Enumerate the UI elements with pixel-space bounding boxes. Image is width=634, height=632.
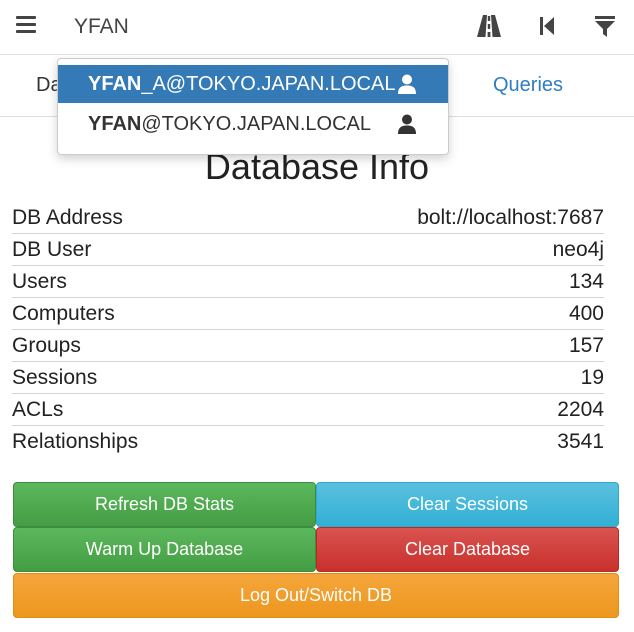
row-label: Relationships — [12, 430, 139, 453]
row-label: DB Address — [12, 206, 123, 229]
suggestion-rest-text: @TOKYO.JAPAN.LOCAL — [141, 113, 371, 135]
row-value: 400 — [568, 302, 604, 325]
row-label: ACLs — [12, 398, 64, 421]
row-value: 3541 — [557, 430, 604, 453]
table-row: Groups 157 — [12, 330, 604, 362]
search-input[interactable] — [60, 10, 454, 44]
table-row: Computers 400 — [12, 298, 604, 330]
clear-database-button[interactable]: Clear Database — [316, 527, 619, 572]
table-row: Users 134 — [12, 266, 604, 298]
table-row: Sessions 19 — [12, 362, 604, 394]
row-value: 19 — [580, 366, 604, 389]
suggestion-item[interactable]: YFAN@TOKYO.JAPAN.LOCAL — [58, 105, 448, 143]
table-row: Relationships 3541 — [12, 426, 604, 457]
suggestion-item[interactable]: YFAN_A@TOKYO.JAPAN.LOCAL — [58, 65, 448, 103]
user-icon — [398, 114, 416, 134]
suggestion-rest-text: _A@TOKYO.JAPAN.LOCAL — [141, 73, 396, 95]
table-row: ACLs 2204 — [12, 394, 604, 426]
top-search-bar — [0, 0, 634, 55]
row-label: Sessions — [12, 366, 98, 389]
filter-icon[interactable] — [592, 13, 618, 39]
row-value: neo4j — [552, 238, 604, 261]
row-label: DB User — [12, 238, 92, 261]
row-value: 157 — [568, 334, 604, 357]
database-info-table: DB Address bolt://localhost:7687 DB User… — [12, 202, 604, 457]
tab-queries[interactable]: Queries — [493, 74, 563, 97]
suggestion-match-text: YFAN — [88, 73, 142, 95]
table-row: DB User neo4j — [12, 234, 604, 266]
row-label: Computers — [12, 302, 115, 325]
refresh-db-stats-button[interactable]: Refresh DB Stats — [13, 482, 316, 527]
row-label: Groups — [12, 334, 81, 357]
table-row: DB Address bolt://localhost:7687 — [12, 202, 604, 234]
log-out-switch-db-button[interactable]: Log Out/Switch DB — [13, 573, 619, 618]
menu-icon[interactable] — [16, 16, 36, 34]
suggestion-match-text: YFAN — [88, 113, 142, 135]
search-suggestions-dropdown: YFAN_A@TOKYO.JAPAN.LOCAL YFAN@TOKYO.JAPA… — [57, 58, 449, 155]
skip-back-icon[interactable] — [534, 13, 560, 39]
clear-sessions-button[interactable]: Clear Sessions — [316, 482, 619, 527]
user-icon — [398, 74, 416, 94]
row-value: bolt://localhost:7687 — [417, 206, 604, 229]
road-icon[interactable] — [476, 13, 502, 39]
row-value: 2204 — [557, 398, 604, 421]
row-label: Users — [12, 270, 67, 293]
warm-up-database-button[interactable]: Warm Up Database — [13, 527, 316, 572]
row-value: 134 — [568, 270, 604, 293]
